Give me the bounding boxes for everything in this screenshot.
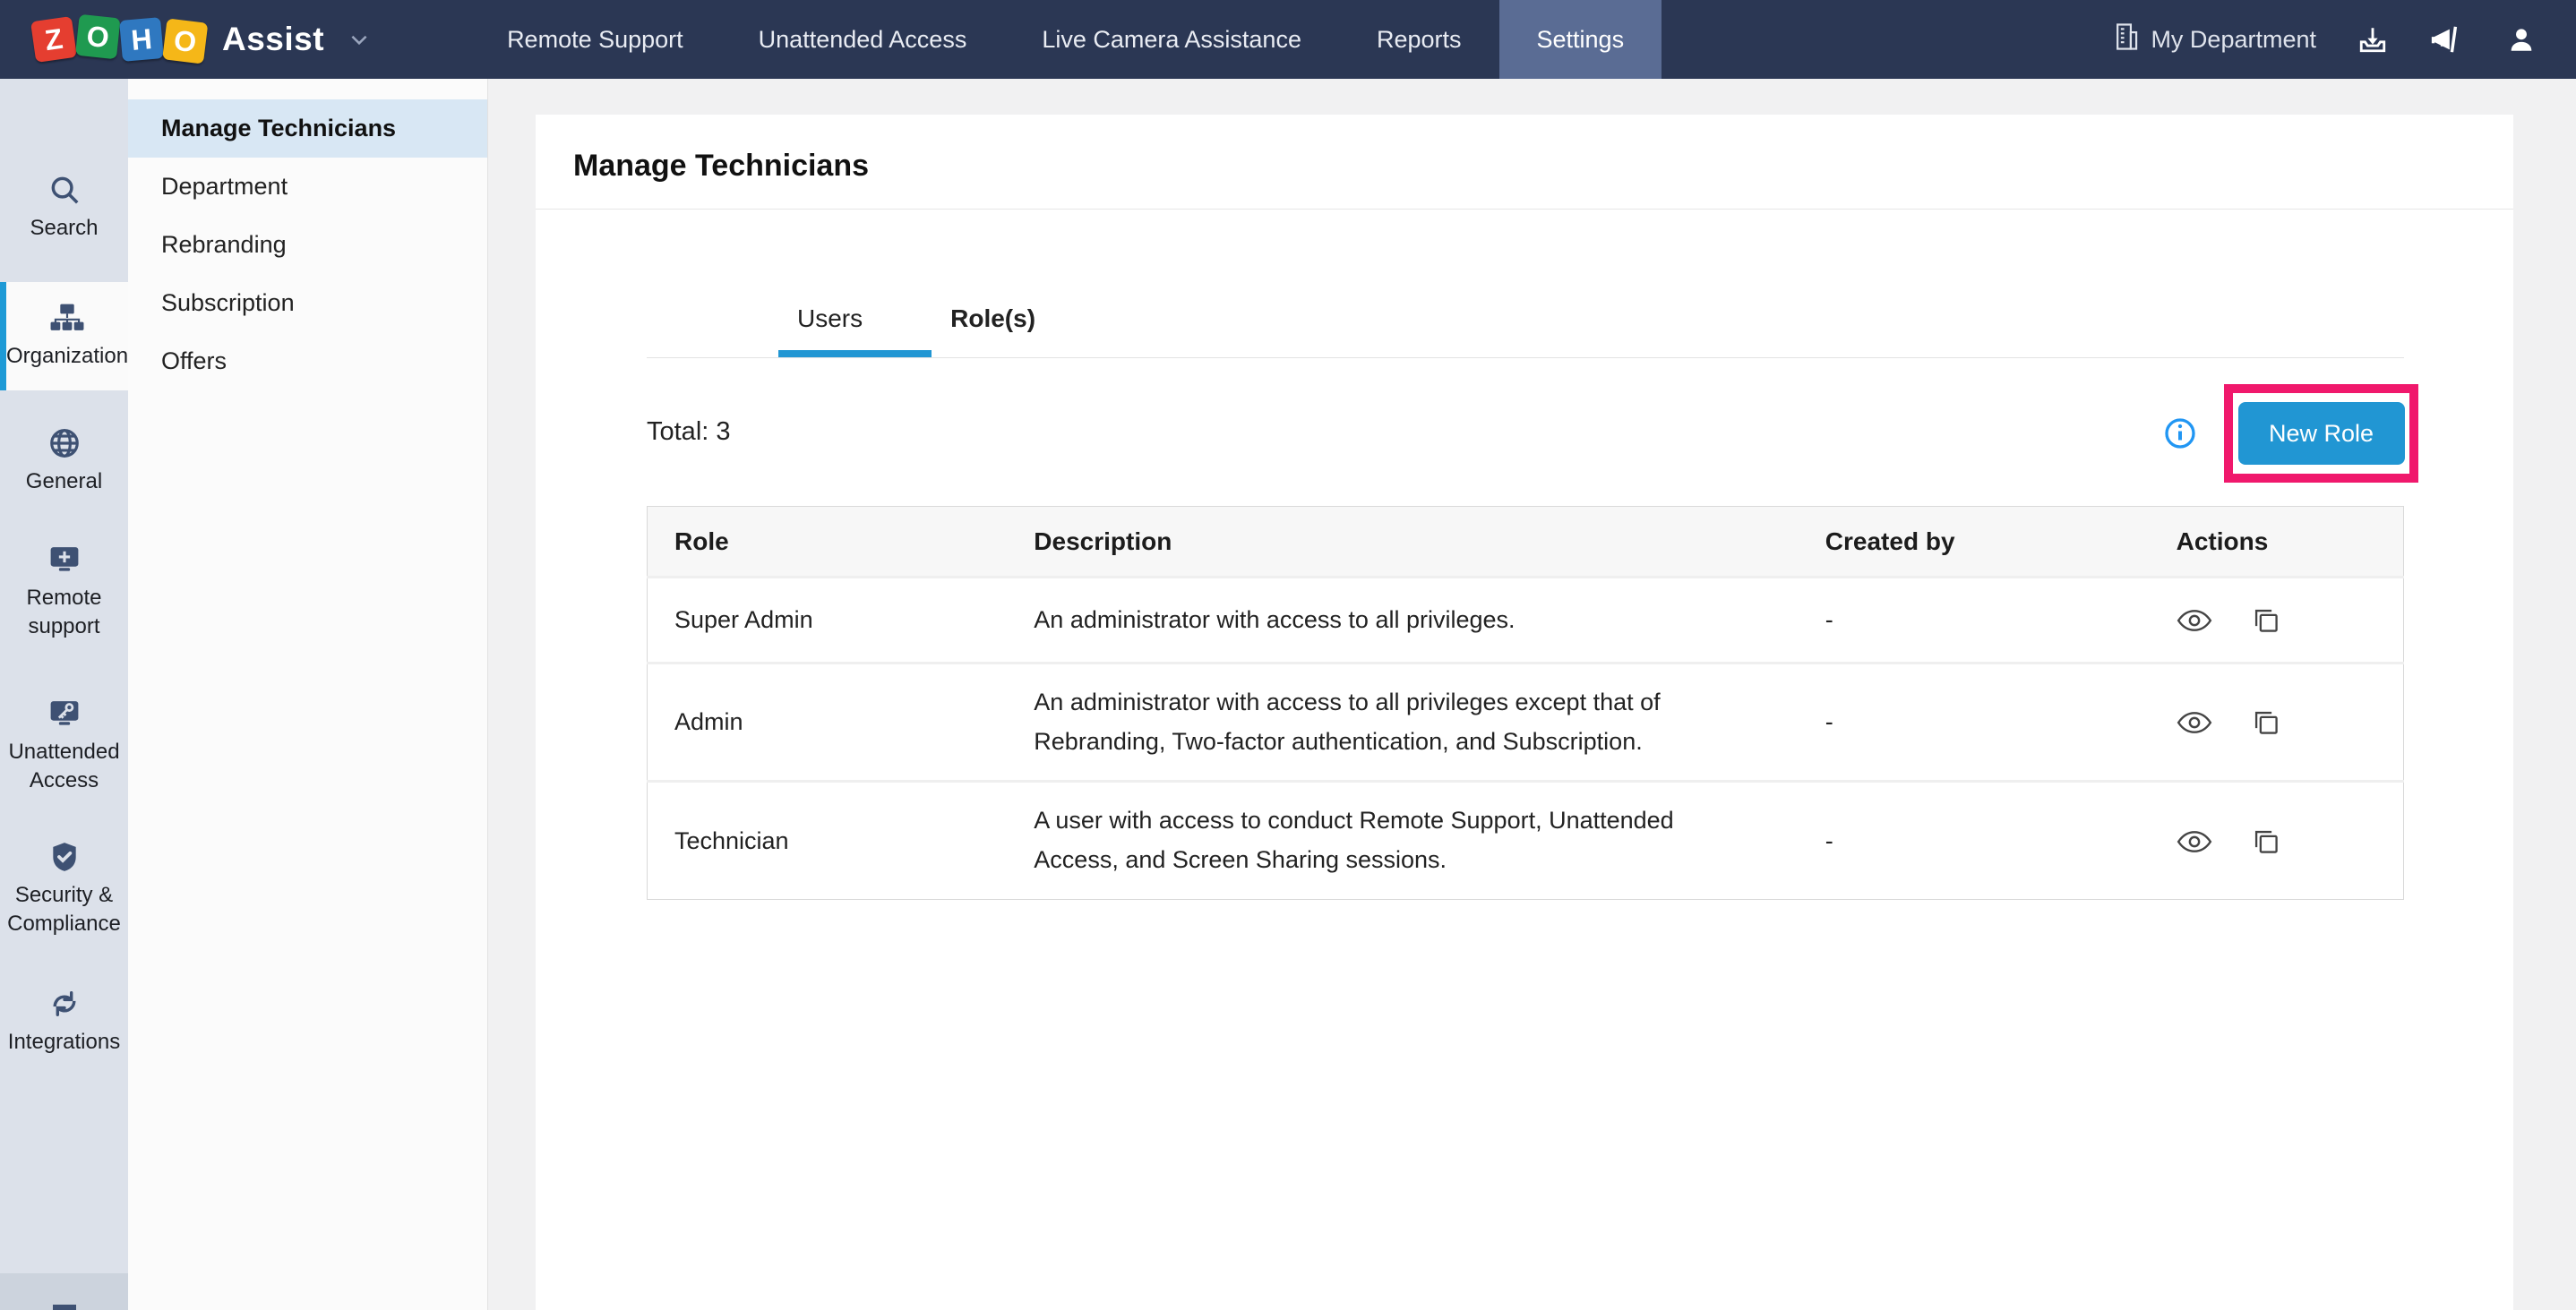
department-label: My Department xyxy=(2151,26,2316,54)
tab-bar: Users Role(s) xyxy=(790,304,1043,333)
sidebar-item-label: Search xyxy=(30,214,98,243)
description-cell: An administrator with access to all priv… xyxy=(1007,578,1799,664)
role-cell: Super Admin xyxy=(648,578,1008,664)
description-cell: An administrator with access to all priv… xyxy=(1007,664,1799,782)
submenu-item-offers[interactable]: Offers xyxy=(128,332,487,390)
created-by-cell: - xyxy=(1799,782,2150,900)
page-title: Manage Technicians xyxy=(573,149,869,184)
search-icon xyxy=(47,173,82,207)
actions-cell xyxy=(2150,664,2404,782)
left-rail: Search Organization General xyxy=(0,79,128,1310)
chevron-down-icon[interactable] xyxy=(348,28,371,51)
globe-icon xyxy=(47,426,82,460)
zoho-assist-logo[interactable]: Z O H O Assist xyxy=(33,19,371,60)
sidebar-item-remote-support[interactable]: Remote support xyxy=(0,543,128,642)
download-icon[interactable] xyxy=(2357,24,2388,55)
sync-arrows-icon xyxy=(47,987,82,1021)
table-row: Technician A user with access to conduct… xyxy=(648,782,2404,900)
actions-cell xyxy=(2150,782,2404,900)
top-navigation: Remote Support Unattended Access Live Ca… xyxy=(469,0,1662,79)
actions-cell xyxy=(2150,578,2404,664)
column-header-created-by: Created by xyxy=(1799,507,2150,578)
nav-settings[interactable]: Settings xyxy=(1499,0,1662,79)
column-header-role: Role xyxy=(648,507,1008,578)
title-divider xyxy=(536,209,2513,210)
total-count-label: Total: 3 xyxy=(647,417,731,447)
column-header-description: Description xyxy=(1007,507,1799,578)
highlight-annotation: New Role xyxy=(2224,384,2418,483)
tab-roles[interactable]: Role(s) xyxy=(943,304,1043,333)
sidebar-item-label: Security & Compliance xyxy=(0,881,128,939)
main-area: Manage Technicians Users Role(s) Total: … xyxy=(488,79,2576,1310)
sidebar-item-label: Organization xyxy=(6,342,128,371)
submenu-item-subscription[interactable]: Subscription xyxy=(128,274,487,332)
shield-check-icon xyxy=(47,840,82,874)
nav-unattended-access[interactable]: Unattended Access xyxy=(721,0,1005,79)
zoho-tile-o1: O xyxy=(75,14,121,60)
zoho-tile-h: H xyxy=(119,17,164,62)
nav-reports[interactable]: Reports xyxy=(1339,0,1499,79)
table-row: Admin An administrator with access to al… xyxy=(648,664,2404,782)
zoho-tile-o2: O xyxy=(162,18,208,64)
nav-live-camera-assistance[interactable]: Live Camera Assistance xyxy=(1004,0,1339,79)
product-name: Assist xyxy=(222,21,324,58)
sidebar-item-security-compliance[interactable]: Security & Compliance xyxy=(0,840,128,939)
description-cell: A user with access to conduct Remote Sup… xyxy=(1007,782,1799,900)
settings-submenu: Manage Technicians Department Rebranding… xyxy=(128,79,488,1310)
submenu-item-manage-technicians[interactable]: Manage Technicians xyxy=(128,99,487,158)
table-row: Super Admin An administrator with access… xyxy=(648,578,2404,664)
copy-icon[interactable] xyxy=(2253,709,2280,736)
column-header-actions: Actions xyxy=(2150,507,2404,578)
sidebar-item-general[interactable]: General xyxy=(0,426,128,496)
info-icon[interactable] xyxy=(2162,415,2198,456)
role-cell: Technician xyxy=(648,782,1008,900)
created-by-cell: - xyxy=(1799,664,2150,782)
rail-bottom-section[interactable] xyxy=(0,1273,128,1310)
building-icon xyxy=(2113,22,2140,57)
sidebar-item-search[interactable]: Search xyxy=(0,173,128,243)
department-selector[interactable]: My Department xyxy=(2113,22,2316,57)
created-by-cell: - xyxy=(1799,578,2150,664)
roles-table: Role Description Created by Actions Supe… xyxy=(647,506,2404,900)
copy-icon[interactable] xyxy=(2253,828,2280,855)
view-icon[interactable] xyxy=(2177,829,2212,854)
table-header-row: Role Description Created by Actions xyxy=(648,507,2404,578)
partial-icon xyxy=(53,1305,76,1310)
sidebar-item-integrations[interactable]: Integrations xyxy=(0,987,128,1057)
content-card: Manage Technicians Users Role(s) Total: … xyxy=(536,115,2513,1310)
sidebar-item-label: General xyxy=(26,467,102,496)
sidebar-item-label: Unattended Access xyxy=(0,738,128,796)
submenu-item-department[interactable]: Department xyxy=(128,158,487,216)
tab-users[interactable]: Users xyxy=(790,304,870,333)
monitor-key-icon xyxy=(47,697,82,731)
zoho-logo-tiles: Z O H O xyxy=(33,19,206,60)
role-cell: Admin xyxy=(648,664,1008,782)
sidebar-item-organization[interactable]: Organization xyxy=(0,282,128,390)
tabs-divider xyxy=(647,357,2404,358)
monitor-plus-icon xyxy=(47,543,82,577)
submenu-item-rebranding[interactable]: Rebranding xyxy=(128,216,487,274)
view-icon[interactable] xyxy=(2177,710,2212,735)
new-role-button[interactable]: New Role xyxy=(2238,402,2405,465)
sidebar-item-unattended-access[interactable]: Unattended Access xyxy=(0,697,128,796)
topbar-right-cluster: My Department xyxy=(2113,22,2537,57)
announcement-icon[interactable] xyxy=(2429,23,2465,56)
user-icon[interactable] xyxy=(2506,24,2537,55)
sidebar-item-label: Integrations xyxy=(8,1028,120,1057)
view-icon[interactable] xyxy=(2177,608,2212,633)
nav-remote-support[interactable]: Remote Support xyxy=(469,0,721,79)
sidebar-item-label: Remote support xyxy=(0,584,128,642)
copy-icon[interactable] xyxy=(2253,607,2280,634)
top-bar: Z O H O Assist Remote Support Unattended… xyxy=(0,0,2576,79)
org-chart-icon xyxy=(49,301,85,335)
zoho-tile-z: Z xyxy=(30,16,77,63)
